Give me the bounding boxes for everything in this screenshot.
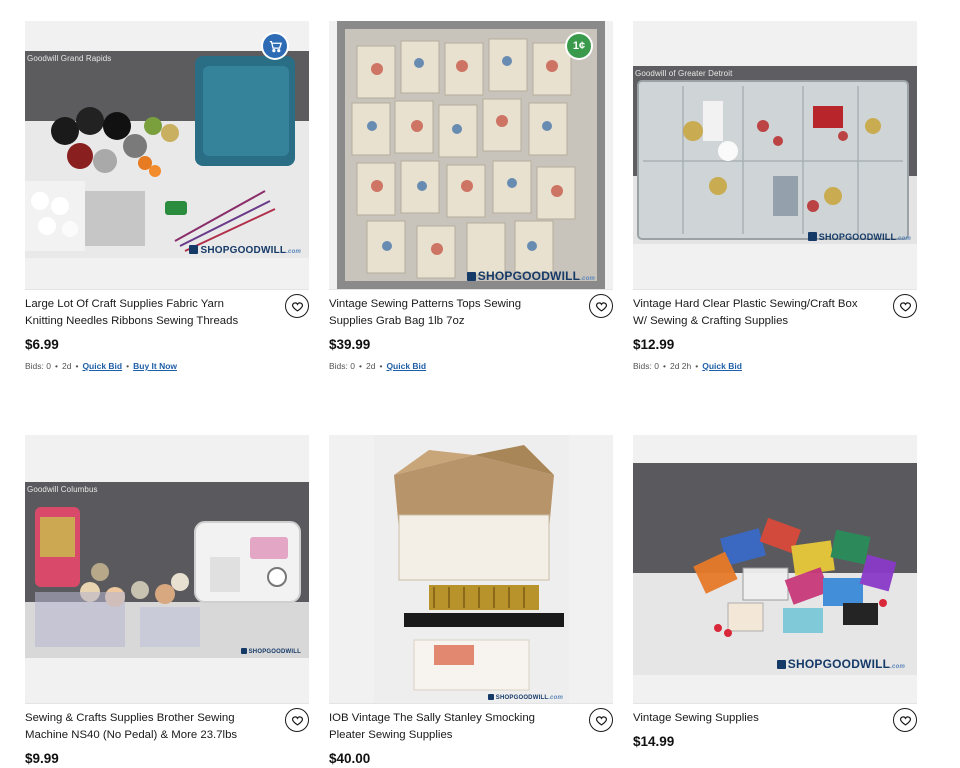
listing-price: $39.99: [329, 337, 371, 352]
listing-card[interactable]: Goodwill of Greater Detroit SHOPGOODWILL…: [633, 21, 917, 371]
watermark: SHOPGOODWILL.com: [487, 694, 563, 701]
listing-card[interactable]: Goodwill Columbus SHOPGOODWILL Sewing & …: [25, 435, 309, 766]
product-photo: Goodwill Grand Rapids SHOPGOODWILL.com: [25, 51, 309, 258]
watermark: SHOPGOODWILL: [240, 648, 301, 655]
bid-count: Bids: 0: [329, 361, 355, 371]
cent-icon[interactable]: 1¢: [567, 34, 591, 58]
cart-icon[interactable]: [263, 34, 287, 58]
product-photo: Goodwill Columbus SHOPGOODWILL: [25, 482, 309, 658]
time-left: 2d: [365, 361, 376, 371]
listing-price: $12.99: [633, 337, 675, 352]
bid-count: Bids: 0: [25, 361, 51, 371]
listing-image[interactable]: Goodwill Columbus SHOPGOODWILL: [25, 435, 309, 703]
listing-meta: Bids: 0 • 2d • Quick Bid: [329, 361, 427, 371]
product-photo: SHOPGOODWILL.com: [337, 21, 605, 289]
product-photo: SHOPGOODWILL.com: [374, 435, 569, 703]
location-label: Goodwill Columbus: [27, 485, 98, 494]
listing-card[interactable]: SHOPGOODWILL.com 1¢ Vintage Sewing Patte…: [329, 21, 613, 371]
listing-title[interactable]: IOB Vintage The Sally Stanley Smocking P…: [329, 710, 561, 744]
buy-it-now-link[interactable]: Buy It Now: [133, 361, 177, 371]
listing-title[interactable]: Vintage Hard Clear Plastic Sewing/Craft …: [633, 296, 865, 330]
listing-meta: Bids: 0 • 2d • Quick Bid • Buy It Now: [25, 361, 178, 371]
favorite-heart-icon[interactable]: [893, 708, 917, 732]
listing-image[interactable]: SHOPGOODWILL.com: [633, 435, 917, 703]
listing-meta: Bids: 0 • 2d 2h • Quick Bid: [633, 361, 742, 371]
product-photo: SHOPGOODWILL.com: [633, 463, 917, 675]
quick-bid-link[interactable]: Quick Bid: [386, 361, 426, 371]
time-left: 2d: [61, 361, 72, 371]
listing-price: $40.00: [329, 751, 371, 766]
watermark: SHOPGOODWILL.com: [807, 232, 911, 242]
listing-image[interactable]: SHOPGOODWILL.com: [329, 435, 613, 703]
listing-price: $14.99: [633, 734, 675, 749]
listing-title[interactable]: Vintage Sewing Patterns Tops Sewing Supp…: [329, 296, 561, 330]
listing-image[interactable]: SHOPGOODWILL.com 1¢: [329, 21, 613, 289]
watermark: SHOPGOODWILL.com: [189, 245, 301, 256]
listing-title[interactable]: Sewing & Crafts Supplies Brother Sewing …: [25, 710, 257, 744]
listing-image[interactable]: Goodwill of Greater Detroit SHOPGOODWILL…: [633, 21, 917, 289]
listing-card[interactable]: Goodwill Grand Rapids SHOPGOODWILL.com L…: [25, 21, 309, 371]
listing-price: $6.99: [25, 337, 59, 352]
listing-price: $9.99: [25, 751, 59, 766]
favorite-heart-icon[interactable]: [285, 708, 309, 732]
quick-bid-link[interactable]: Quick Bid: [82, 361, 122, 371]
listing-card[interactable]: SHOPGOODWILL.com IOB Vintage The Sally S…: [329, 435, 613, 766]
listing-title[interactable]: Large Lot Of Craft Supplies Fabric Yarn …: [25, 296, 257, 330]
location-label: Goodwill of Greater Detroit: [635, 69, 733, 78]
product-photo: Goodwill of Greater Detroit SHOPGOODWILL…: [633, 66, 917, 244]
location-label: Goodwill Grand Rapids: [27, 54, 112, 63]
favorite-heart-icon[interactable]: [589, 294, 613, 318]
time-left: 2d 2h: [669, 361, 692, 371]
favorite-heart-icon[interactable]: [285, 294, 309, 318]
listing-card[interactable]: SHOPGOODWILL.com Vintage Sewing Supplies…: [633, 435, 917, 749]
watermark: SHOPGOODWILL.com: [776, 657, 905, 671]
favorite-heart-icon[interactable]: [893, 294, 917, 318]
bid-count: Bids: 0: [633, 361, 659, 371]
favorite-heart-icon[interactable]: [589, 708, 613, 732]
listing-image[interactable]: Goodwill Grand Rapids SHOPGOODWILL.com: [25, 21, 309, 289]
watermark: SHOPGOODWILL.com: [466, 269, 595, 283]
quick-bid-link[interactable]: Quick Bid: [702, 361, 742, 371]
